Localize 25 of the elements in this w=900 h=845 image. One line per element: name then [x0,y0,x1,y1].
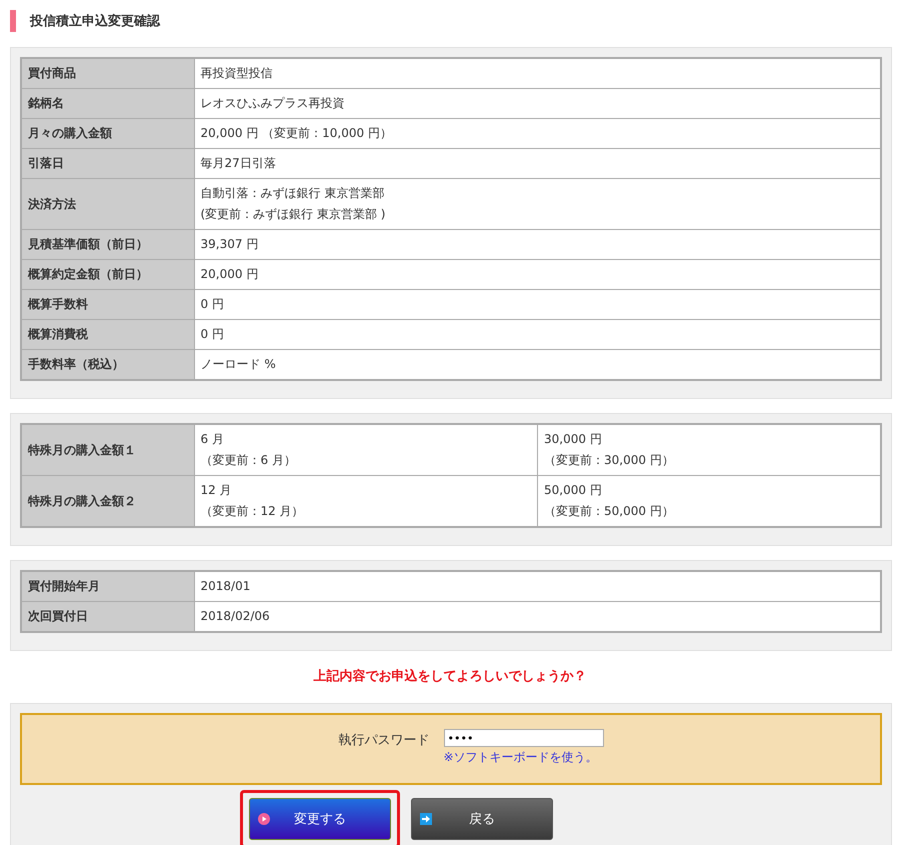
table-header-cell: 月々の購入金額 [21,118,194,148]
table-header-cell: 買付商品 [21,58,194,88]
table-header-cell: 概算約定金額（前日） [21,260,194,290]
confirm-message: 上記内容でお申込をしてよろしいでしょうか？ [312,668,588,685]
table-header-cell: 手数料率（税込） [21,350,194,380]
table-header-cell: 銘柄名 [21,88,194,118]
play-icon [258,813,270,825]
title-accent-bar [10,10,16,32]
password-field[interactable]: •••• [444,729,604,747]
table-header-cell: 次回買付日 [21,602,194,632]
action-button[interactable]: 戻る [411,798,553,840]
action-button[interactable]: 変更する [249,798,391,840]
password-label: 執行パスワード [338,732,430,749]
table-header-cell: 決済方法 [21,178,194,230]
arrow-right-icon [420,813,432,825]
table-header-cell: 概算消費税 [21,320,194,350]
table-header-cell: 引落日 [21,148,194,178]
table-header-cell: 見積基準価額（前日） [21,230,194,260]
table-header-cell: 特殊月の購入金額１ [21,424,194,476]
table-cell: 6 月 （変更前：6 月） [194,424,538,476]
page-title: 投信積立申込変更確認 [30,12,160,30]
table-header-cell: 概算手数料 [21,290,194,320]
table-header-cell: 特殊月の購入金額２ [21,476,194,527]
table-header-cell: 買付開始年月 [21,571,194,602]
soft-keyboard-link[interactable]: ※ソフトキーボードを使う。 [444,749,604,766]
